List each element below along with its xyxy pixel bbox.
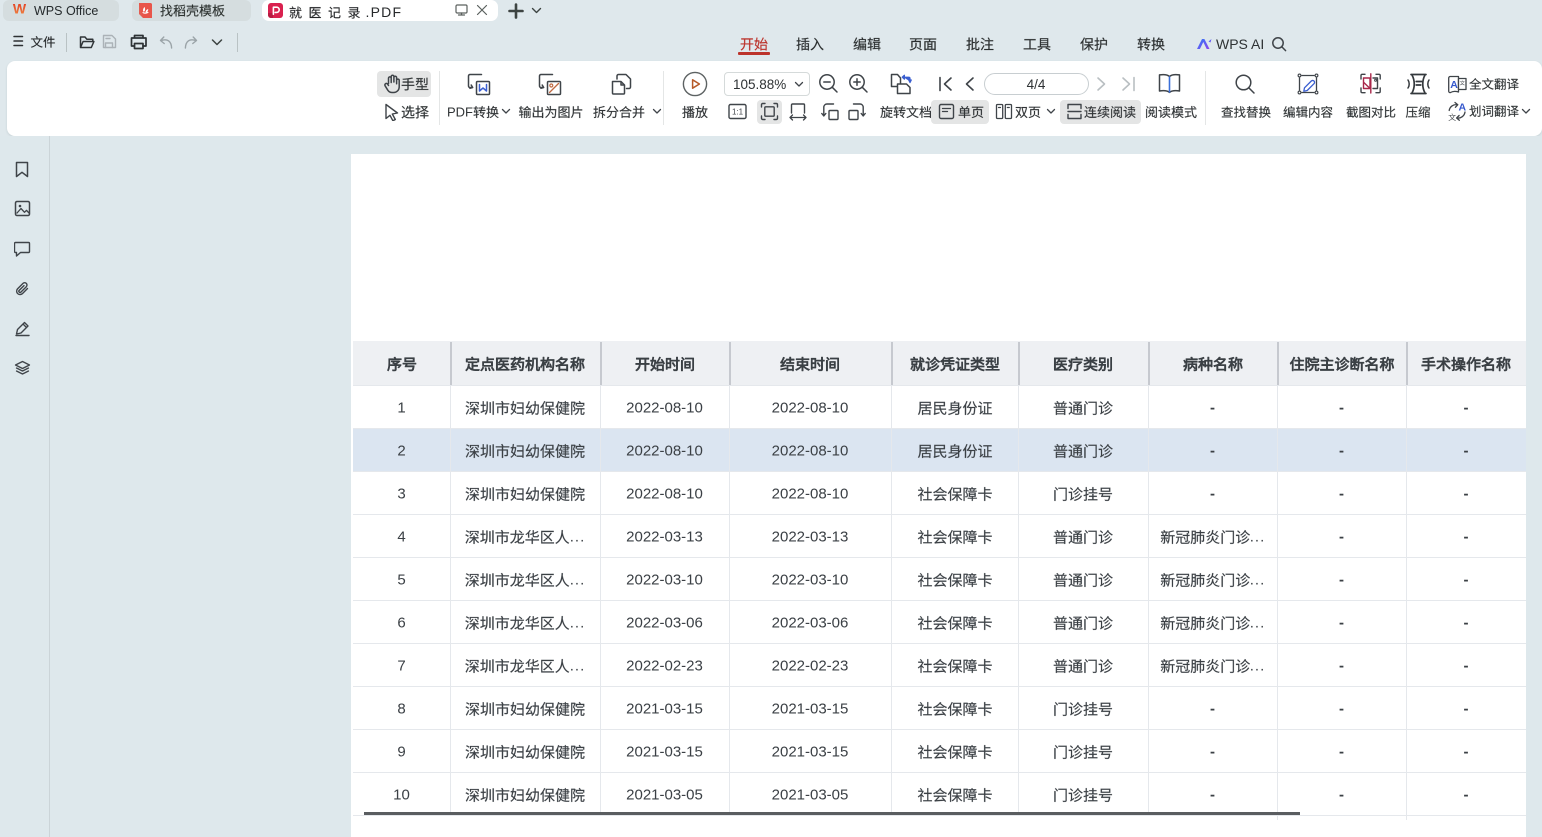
svg-text:A: A [1459,102,1467,114]
svg-text:1:1: 1:1 [732,107,744,116]
svg-text:W: W [13,1,27,16]
svg-text:A: A [1450,79,1458,91]
